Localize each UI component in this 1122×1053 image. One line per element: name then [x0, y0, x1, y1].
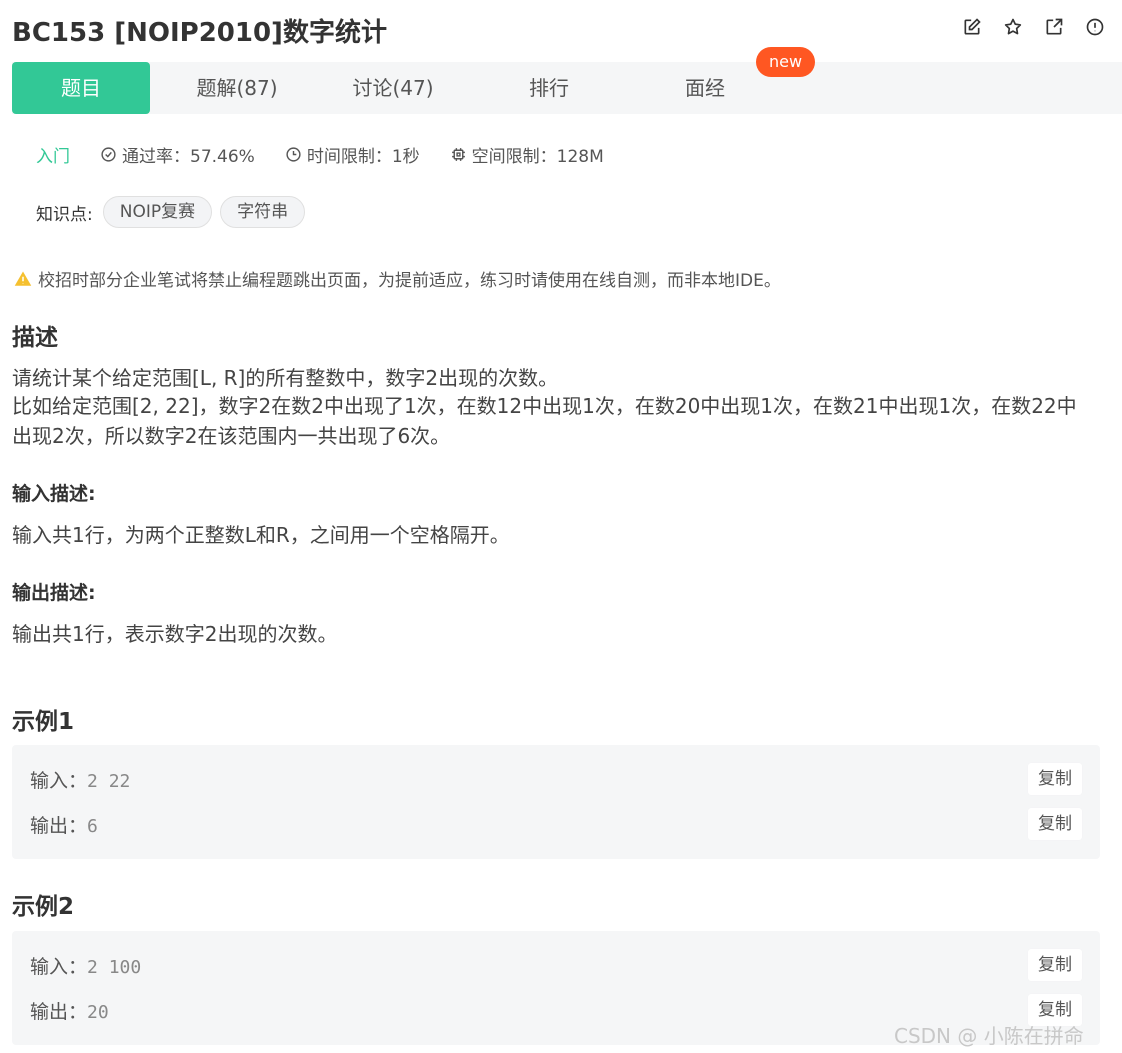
output-label: 输出：: [30, 1001, 88, 1023]
tab-solutions[interactable]: 题解(87): [167, 62, 307, 114]
example-1-output: 输出：6: [30, 811, 98, 838]
description-line-3: 出现2次，所以数字2在该范围内一共出现了6次。: [12, 424, 451, 448]
output-label: 输出：: [30, 815, 88, 837]
difficulty-level: 入门: [36, 147, 70, 167]
exam-warning: 校招时部分企业笔试将禁止编程题跳出页面，为提前适应，练习时请使用在线自测，而非本…: [14, 266, 781, 291]
example-2-output: 输出：20: [30, 997, 109, 1024]
copy-input-button[interactable]: 复制: [1028, 949, 1082, 981]
tab-discussion[interactable]: 讨论(47): [323, 62, 463, 114]
time-limit-text: 时间限制：1秒: [306, 147, 420, 167]
example-2-input: 输入：2 100: [30, 952, 141, 979]
description-line-1: 请统计某个给定范围[L, R]的所有整数中，数字2出现的次数。: [12, 366, 559, 390]
pass-rate-text: 通过率：57.46%: [122, 147, 255, 167]
problem-meta: 入门 通过率：57.46% 时间限制：1秒 空间限制：128M: [36, 142, 634, 167]
input-desc-title: 输入描述:: [12, 483, 96, 505]
tab-interview[interactable]: 面经: [635, 62, 775, 114]
clock-icon: [286, 147, 301, 162]
tag-noip[interactable]: NOIP复赛: [102, 196, 213, 228]
warning-icon: [14, 271, 32, 286]
edit-icon[interactable]: [961, 16, 983, 38]
tab-problem[interactable]: 题目: [12, 62, 150, 114]
star-icon[interactable]: [1002, 16, 1024, 38]
description-title: 描述: [12, 325, 58, 351]
new-badge: new: [756, 47, 815, 77]
tag-string[interactable]: 字符串: [220, 196, 306, 228]
warning-text: 校招时部分企业笔试将禁止编程题跳出页面，为提前适应，练习时请使用在线自测，而非本…: [38, 271, 781, 291]
example-1-box: 输入：2 22 复制 输出：6 复制: [12, 745, 1100, 859]
output-value[interactable]: 20: [87, 1002, 109, 1023]
problem-title: BC153 [NOIP2010]数字统计: [12, 18, 387, 48]
example-2-title: 示例2: [12, 894, 75, 920]
description-line-2: 比如给定范围[2, 22]，数字2在数2中出现了1次，在数12中出现1次，在数2…: [12, 394, 1077, 418]
knowledge-label: 知识点:: [36, 204, 93, 225]
problem-header: BC153 [NOIP2010]数字统计: [12, 10, 1112, 50]
example-1-title: 示例1: [12, 709, 75, 735]
copy-input-button[interactable]: 复制: [1028, 763, 1082, 795]
output-desc-title: 输出描述:: [12, 582, 96, 604]
copy-output-button[interactable]: 复制: [1028, 808, 1082, 840]
space-limit: 空间限制：128M: [450, 142, 604, 167]
problem-tabs: 题目 题解(87) 讨论(47) 排行 面经: [12, 62, 1122, 114]
time-limit: 时间限制：1秒: [285, 142, 420, 167]
header-actions: [961, 16, 1106, 38]
input-label: 输入：: [30, 770, 88, 792]
chip-icon: [451, 148, 465, 161]
report-icon[interactable]: [1084, 16, 1106, 38]
watermark: CSDN @ 小陈在拼命: [894, 1024, 1084, 1048]
share-icon[interactable]: [1043, 16, 1065, 38]
tab-ranking[interactable]: 排行: [479, 62, 619, 114]
output-desc-text: 输出共1行，表示数字2出现的次数。: [12, 622, 338, 646]
example-1-input: 输入：2 22: [30, 766, 130, 793]
input-label: 输入：: [30, 956, 88, 978]
input-desc-text: 输入共1行，为两个正整数L和R，之间用一个空格隔开。: [12, 523, 510, 547]
space-limit-text: 空间限制：128M: [471, 147, 604, 167]
output-value[interactable]: 6: [87, 816, 98, 837]
input-value[interactable]: 2 100: [87, 957, 141, 978]
input-value[interactable]: 2 22: [87, 771, 130, 792]
pass-rate: 通过率：57.46%: [100, 142, 255, 167]
check-circle-icon: [101, 147, 116, 162]
knowledge-points: 知识点: NOIP复赛 字符串: [36, 196, 306, 228]
